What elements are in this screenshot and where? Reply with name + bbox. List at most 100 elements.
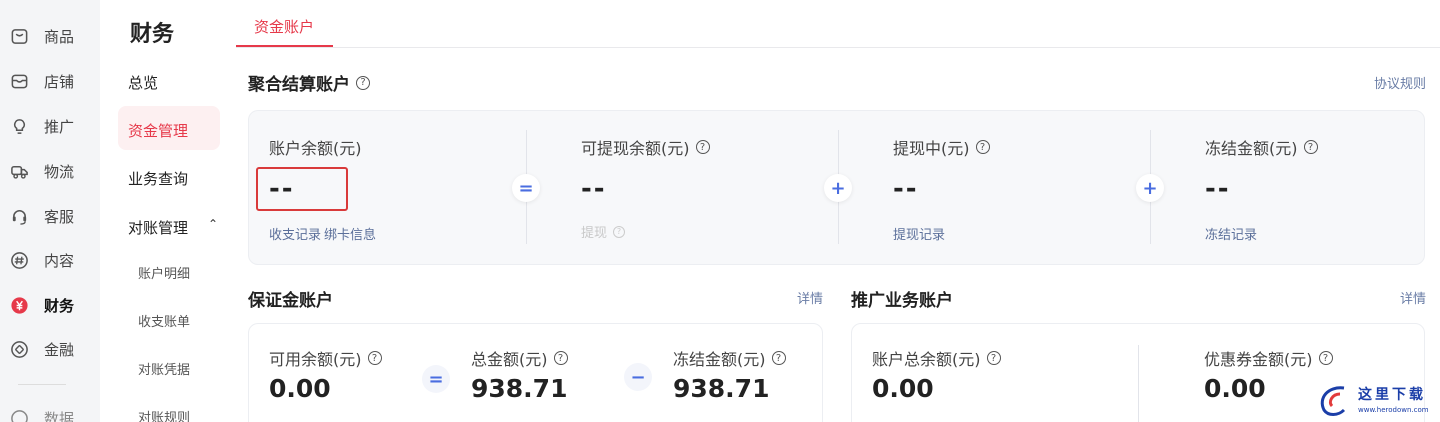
rail-item-finance[interactable]: 财务 [0,283,100,327]
help-icon[interactable]: ? [1303,140,1318,154]
finance-subnav: 财务 总览 资金管理 业务查询 对账管理 ⌃ 账户明细 收支账单 对账凭据 对账… [100,0,232,422]
column-divider [1138,345,1139,422]
withdraw-link[interactable]: 提现 ? [581,222,626,241]
subnav-item-overview[interactable]: 总览 [128,72,158,93]
finance-icon [9,339,29,359]
truck-icon [9,161,29,181]
withdrawing-label-text: 提现中(元) [893,139,970,158]
withdrawable-value: -- [581,174,607,204]
help-icon[interactable]: ? [975,140,990,154]
frozen-records-link[interactable]: 冻结记录 [1205,224,1257,243]
icon-rail: 商品 店铺 推广 物流 客服 内容 财务 金融 数据 [0,0,100,422]
promo-total-label: 账户总余额(元) ? [872,346,1001,370]
data-icon [9,408,29,422]
subnav-child-rules[interactable]: 对账规则 [138,407,190,422]
rail-item-content[interactable]: 内容 [0,238,100,282]
chevron-up-icon[interactable]: ⌃ [208,217,218,231]
help-icon: ? [613,225,626,238]
rail-label: 数据 [44,409,75,422]
deposit-frozen-label-text: 冻结金额(元) [673,350,766,369]
income-expense-link[interactable]: 收支记录 [269,224,321,243]
promo-detail-link[interactable]: 详情 [1400,288,1426,307]
rail-label: 客服 [44,207,75,226]
withdrawing-value: -- [893,174,919,204]
subnav-child-account-detail[interactable]: 账户明细 [138,263,190,282]
rail-item-store[interactable]: 店铺 [0,59,100,103]
coupon-value: 0.00 [1204,374,1266,403]
withdraw-records-link[interactable]: 提现记录 [893,224,945,243]
help-icon[interactable]: ? [986,351,1001,365]
rail-label: 店铺 [44,72,75,91]
subnav-item-reconciliation[interactable]: 对账管理 [128,217,188,238]
deposit-frozen-value: 938.71 [673,374,770,403]
subnav-title: 财务 [130,22,175,47]
available-value: 0.00 [269,374,331,403]
total-label-text: 总金额(元) [471,350,548,369]
rail-label: 内容 [44,251,75,270]
rail-label: 商品 [44,27,75,46]
subnav-item-query[interactable]: 业务查询 [128,168,188,189]
tab-label: 资金账户 [254,18,315,36]
help-icon[interactable]: ? [553,351,568,365]
minus-icon: − [624,363,652,391]
rail-item-goods[interactable]: 商品 [0,14,100,58]
deposit-title: 保证金账户 [248,291,333,311]
available-label: 可用余额(元) ? [269,346,382,370]
tab-fund-account[interactable]: 资金账户 [236,0,333,48]
equals-icon: = [422,365,450,393]
withdraw-link-text: 提现 [581,226,608,241]
coupon-label-text: 优惠券金额(元) [1204,350,1313,369]
deposit-detail-link[interactable]: 详情 [797,288,823,307]
equals-icon: = [512,174,540,202]
headset-icon [9,206,29,226]
help-icon[interactable]: ? [367,351,382,365]
rail-item-promote[interactable]: 推广 [0,104,100,148]
tab-underline [236,45,333,47]
rail-item-logistics[interactable]: 物流 [0,149,100,193]
yuan-icon [9,295,29,315]
protocol-rules-link[interactable]: 协议规则 [1374,73,1426,92]
available-label-text: 可用余额(元) [269,350,362,369]
help-icon[interactable]: ? [356,75,370,90]
total-label: 总金额(元) ? [471,346,568,370]
help-icon[interactable]: ? [695,140,710,154]
watermark-text: 这里下载 [1358,387,1426,403]
bind-card-link[interactable]: 绑卡信息 [324,224,376,243]
rail-item-service[interactable]: 客服 [0,194,100,238]
watermark-logo: 这里下载 www.herodown.com [1310,380,1440,422]
plus-icon: + [824,174,852,202]
frozen-value: -- [1205,174,1231,204]
promo-title: 推广业务账户 [851,291,953,311]
rail-label: 金融 [44,340,75,359]
withdrawable-label: 可提现余额(元) ? [581,135,710,159]
subnav-child-voucher[interactable]: 对账凭据 [138,359,190,378]
subnav-child-bill[interactable]: 收支账单 [138,311,190,330]
coupon-label: 优惠券金额(元) ? [1204,346,1333,370]
rail-item-data[interactable]: 数据 [0,396,100,422]
balance-label: 账户余额(元) [269,139,362,158]
help-icon[interactable]: ? [771,351,786,365]
withdrawable-label-text: 可提现余额(元) [581,139,690,158]
bulb-icon [9,116,29,136]
frozen-label-text: 冻结金额(元) [1205,139,1298,158]
aggregate-title-text: 聚合结算账户 [248,75,350,95]
withdrawing-label: 提现中(元) ? [893,135,990,159]
balance-value: -- [269,174,295,204]
promo-total-value: 0.00 [872,374,934,403]
aggregate-title: 聚合结算账户 ? [248,70,370,95]
rail-label: 财务 [44,296,75,315]
rail-item-jinrong[interactable]: 金融 [0,327,100,371]
deposit-card [248,323,823,422]
total-value: 938.71 [471,374,568,403]
plus-icon: + [1136,174,1164,202]
watermark-swirl-icon [1320,386,1346,416]
subnav-item-funds[interactable]: 资金管理 [128,120,188,141]
help-icon[interactable]: ? [1318,351,1333,365]
bag-icon [9,26,29,46]
deposit-frozen-label: 冻结金额(元) ? [673,346,786,370]
tabs-divider [236,47,1440,48]
hash-icon [9,250,29,270]
watermark-url: www.herodown.com [1358,406,1429,414]
rail-label: 物流 [44,162,75,181]
rail-divider [18,384,66,385]
